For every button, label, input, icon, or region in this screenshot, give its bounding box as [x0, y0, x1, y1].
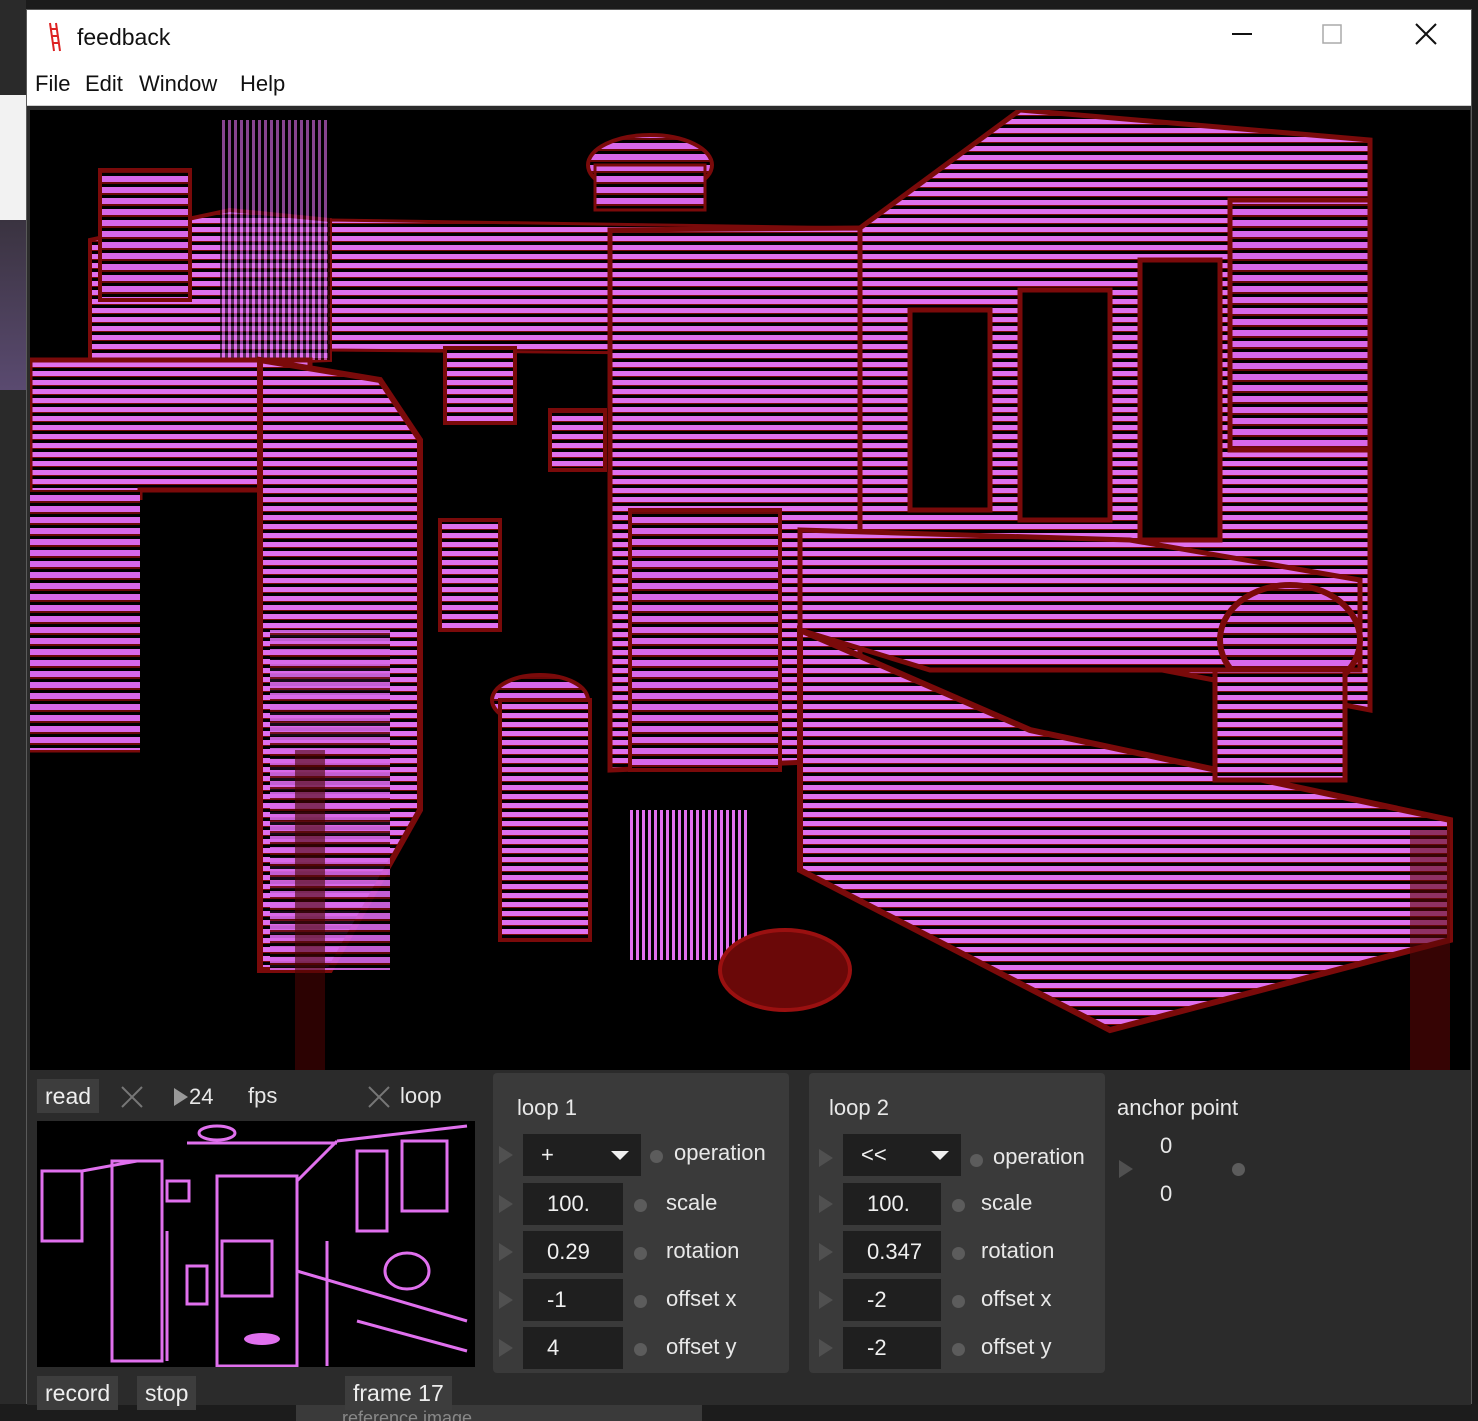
- loop2-scale-label: scale: [981, 1190, 1033, 1215]
- loop1-operation-inlet-icon[interactable]: [650, 1150, 663, 1163]
- loop2-offset-y-label: offset y: [981, 1334, 1052, 1359]
- loop2-offset-x-label: offset x: [981, 1286, 1052, 1311]
- fps-value[interactable]: 24: [189, 1084, 213, 1110]
- loop2-operation-select[interactable]: <<: [843, 1134, 961, 1176]
- ladder-icon: [47, 22, 61, 57]
- window-title: feedback: [77, 24, 171, 50]
- anchor-inlet-icon[interactable]: [1232, 1163, 1245, 1176]
- loop2-scale-arrow-icon[interactable]: [819, 1195, 833, 1213]
- loop1-offset-y-arrow-icon[interactable]: [499, 1339, 513, 1357]
- read-button[interactable]: read: [37, 1079, 100, 1113]
- loop2-offset-x-field[interactable]: -2: [843, 1279, 941, 1321]
- menu-bar: File Edit Window Help: [27, 58, 1471, 106]
- loop2-offset-x-arrow-icon[interactable]: [819, 1291, 833, 1309]
- loop1-scale-arrow-icon[interactable]: [499, 1195, 513, 1213]
- loop2-operation-inlet-icon[interactable]: [970, 1154, 983, 1167]
- loop2-panel: loop 2 << operation 100. scale 0.347 rot…: [809, 1073, 1105, 1373]
- loop1-offset-x-inlet-icon[interactable]: [634, 1295, 647, 1308]
- loop1-operation-select[interactable]: +: [523, 1134, 641, 1176]
- controls-panel: read 24 fps loop record stop frame 17 lo…: [27, 1071, 1471, 1410]
- anchor-title: anchor point: [1117, 1095, 1239, 1120]
- loop2-operation-value: <<: [861, 1142, 887, 1167]
- preview-image: [37, 1121, 475, 1367]
- loop2-offset-y-field[interactable]: -2: [843, 1327, 941, 1369]
- bottom-bar: [0, 1404, 1478, 1421]
- loop2-scale-inlet-icon[interactable]: [952, 1199, 965, 1212]
- loop1-rotation-inlet-icon[interactable]: [634, 1247, 647, 1260]
- loop2-offset-y-arrow-icon[interactable]: [819, 1339, 833, 1357]
- fps-arrow-icon[interactable]: [174, 1088, 188, 1106]
- minimize-button[interactable]: [1197, 10, 1287, 58]
- loop2-rotation-inlet-icon[interactable]: [952, 1247, 965, 1260]
- loop-label: loop: [400, 1083, 442, 1108]
- loop2-rotation-label: rotation: [981, 1238, 1055, 1263]
- record-button[interactable]: record: [37, 1376, 119, 1410]
- anchor-arrow-icon[interactable]: [1119, 1160, 1133, 1178]
- loop2-title: loop 2: [829, 1095, 889, 1120]
- loop1-offset-x-label: offset x: [666, 1286, 737, 1311]
- minimize-icon: [1232, 33, 1252, 35]
- loop1-operation-value: +: [541, 1142, 554, 1167]
- loop2-rotation-field[interactable]: 0.347: [843, 1231, 941, 1273]
- loop1-offset-y-field[interactable]: 4: [523, 1327, 623, 1369]
- loop1-rotation-field[interactable]: 0.29: [523, 1231, 623, 1273]
- loop1-operation-arrow-icon[interactable]: [499, 1146, 513, 1164]
- anchor-x-value[interactable]: 0: [1160, 1133, 1172, 1159]
- fps-label: fps: [248, 1083, 278, 1108]
- frame-counter: frame 17: [345, 1376, 452, 1410]
- loop1-scale-field[interactable]: 100.: [523, 1183, 623, 1225]
- menu-window[interactable]: Window: [139, 71, 217, 97]
- read-clear-icon[interactable]: [120, 1085, 144, 1114]
- desktop-strip: [0, 95, 26, 220]
- menu-help[interactable]: Help: [240, 71, 285, 97]
- menu-edit[interactable]: Edit: [85, 71, 123, 97]
- title-bar[interactable]: feedback: [27, 10, 1471, 58]
- loop1-scale-label: scale: [666, 1190, 718, 1215]
- loop1-offset-x-arrow-icon[interactable]: [499, 1291, 513, 1309]
- maximize-button[interactable]: [1287, 10, 1377, 58]
- anchor-y-value[interactable]: 0: [1160, 1181, 1172, 1207]
- stop-button[interactable]: stop: [137, 1376, 197, 1410]
- close-button[interactable]: [1381, 10, 1471, 58]
- loop1-offset-y-inlet-icon[interactable]: [634, 1343, 647, 1356]
- menu-file[interactable]: File: [35, 71, 70, 97]
- loop2-offset-y-inlet-icon[interactable]: [952, 1343, 965, 1356]
- loop1-rotation-label: rotation: [666, 1238, 740, 1263]
- feedback-render: [30, 110, 1470, 1070]
- chevron-down-icon: [931, 1151, 949, 1160]
- loop2-scale-field[interactable]: 100.: [843, 1183, 941, 1225]
- close-icon: [1415, 23, 1437, 45]
- loop2-offset-x-inlet-icon[interactable]: [952, 1295, 965, 1308]
- loop1-title: loop 1: [517, 1095, 577, 1120]
- loop2-operation-arrow-icon[interactable]: [819, 1149, 833, 1167]
- desktop-strip-2: [0, 220, 26, 390]
- loop-toggle-icon[interactable]: [367, 1085, 391, 1114]
- loop2-operation-label: operation: [993, 1144, 1085, 1169]
- loop1-offset-y-label: offset y: [666, 1334, 737, 1359]
- chevron-down-icon: [611, 1151, 629, 1160]
- loop2-rotation-arrow-icon[interactable]: [819, 1243, 833, 1261]
- maximize-icon: [1322, 24, 1342, 44]
- loop1-operation-label: operation: [674, 1140, 766, 1165]
- loop1-scale-inlet-icon[interactable]: [634, 1199, 647, 1212]
- feedback-viewport[interactable]: [30, 110, 1470, 1070]
- loop1-offset-x-field[interactable]: -1: [523, 1279, 623, 1321]
- loop1-panel: loop 1 + operation 100. scale 0.29 rotat…: [493, 1073, 789, 1373]
- feedback-window: feedback File Edit Window Help read 24 f…: [26, 9, 1472, 1410]
- loop1-rotation-arrow-icon[interactable]: [499, 1243, 513, 1261]
